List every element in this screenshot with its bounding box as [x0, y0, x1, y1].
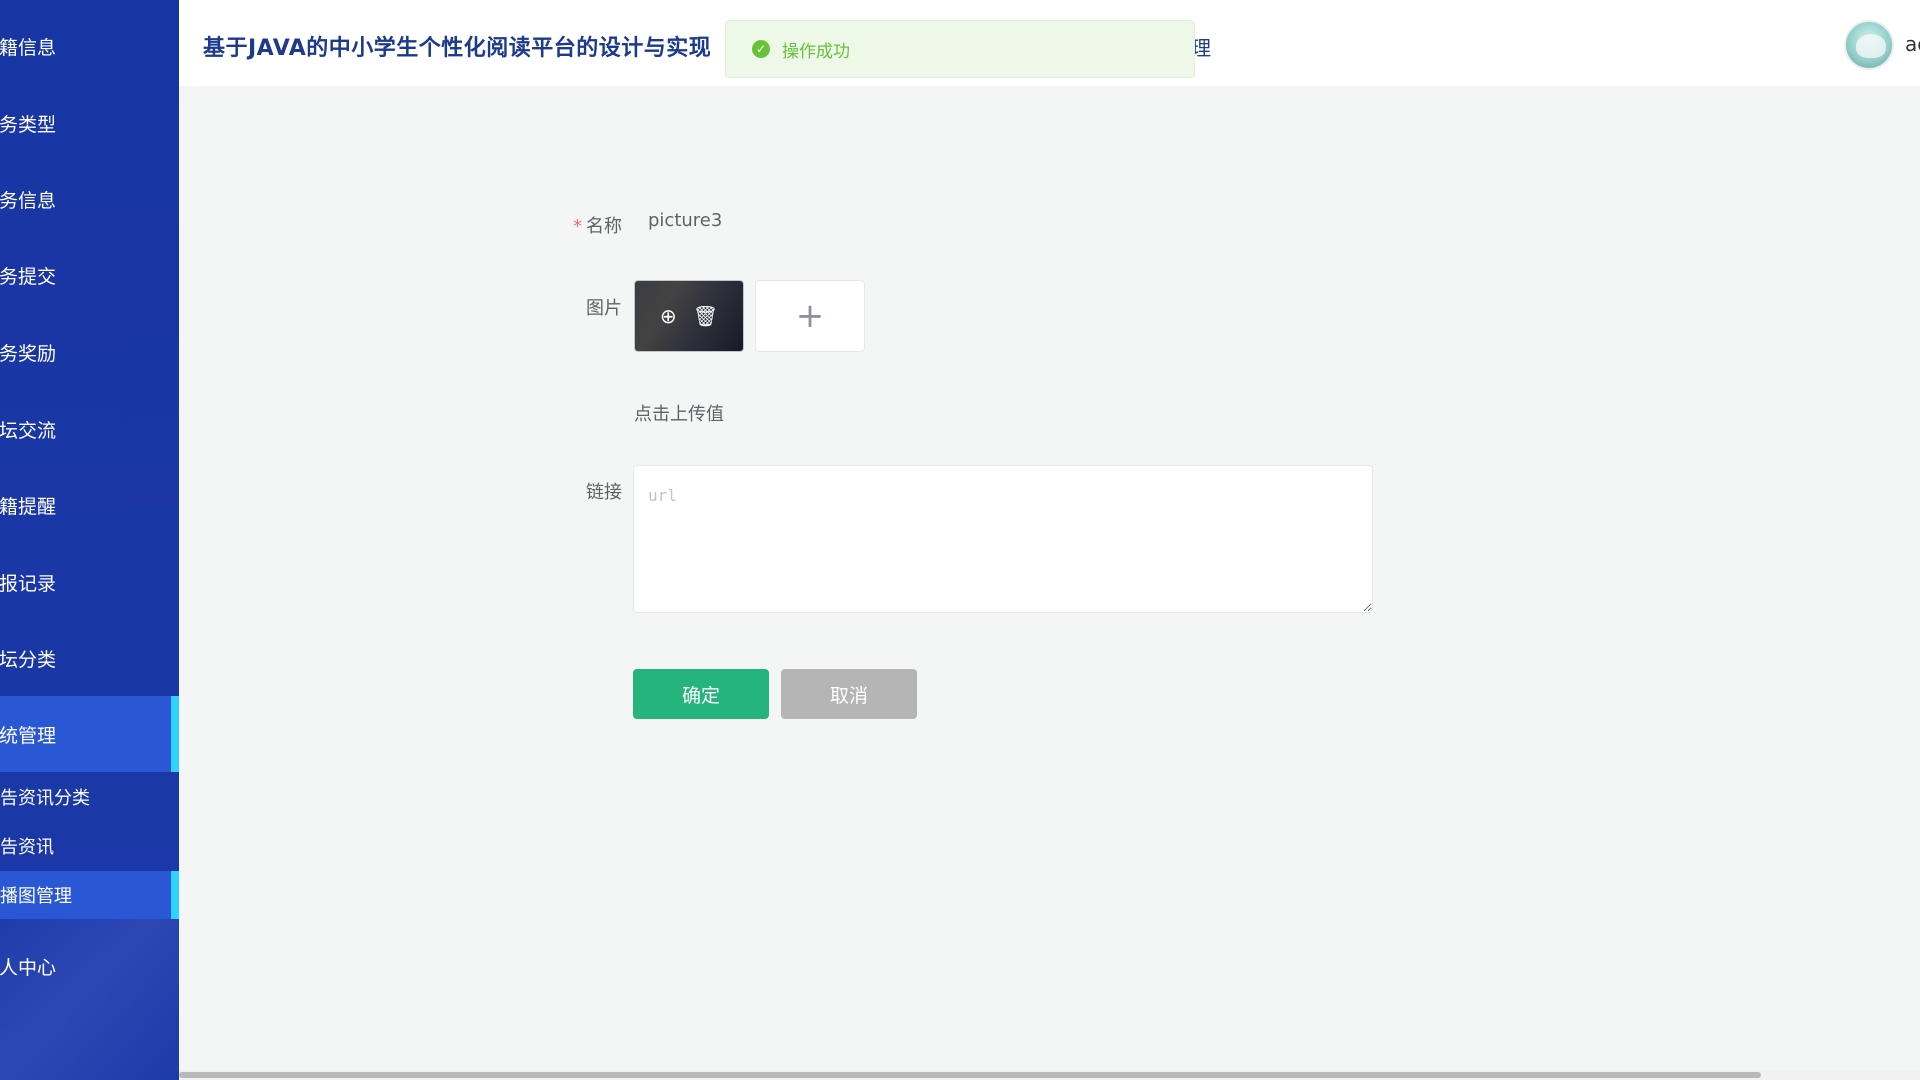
- sidebar-item-forum-category[interactable]: 坛分类: [0, 620, 179, 696]
- thumbnail-actions-overlay: ⊕ 🗑: [635, 281, 743, 351]
- sidebar-item-label: 务提交: [0, 265, 57, 288]
- sidebar-item-book-reminder[interactable]: 籍提醒: [0, 467, 179, 543]
- sidebar-item-label: 报记录: [0, 572, 57, 595]
- sidebar-subitem-label: 告资讯分类: [0, 788, 90, 809]
- sidebar-item-label: 人中心: [0, 956, 57, 979]
- upload-hint: 点击上传值: [634, 404, 724, 425]
- sidebar-subitem-carousel-management[interactable]: 播图管理: [0, 871, 179, 919]
- sidebar-item-task-info[interactable]: 务信息: [0, 161, 179, 237]
- sidebar-item-label: 务信息: [0, 189, 57, 212]
- sidebar-item-label: 坛交流: [0, 419, 57, 442]
- avatar[interactable]: [1844, 20, 1894, 70]
- sidebar-item-label: 坛分类: [0, 648, 57, 671]
- uploaded-image-thumbnail[interactable]: ⊕ 🗑: [634, 280, 744, 352]
- sidebar-subitem-label: 播图管理: [0, 886, 72, 907]
- sidebar-item-books[interactable]: 籍信息: [0, 8, 179, 84]
- delete-icon[interactable]: 🗑: [693, 306, 718, 326]
- check-circle-icon: ✓: [752, 40, 770, 58]
- scrollbar-thumb[interactable]: [179, 1072, 1761, 1078]
- sidebar-subitem-label: 告资讯: [0, 837, 54, 858]
- plus-icon: +: [795, 296, 825, 336]
- sidebar-subitem-news-category[interactable]: 告资讯分类: [0, 773, 179, 821]
- sidebar-item-task-submit[interactable]: 务提交: [0, 237, 179, 313]
- sidebar-item-label: 籍信息: [0, 36, 57, 59]
- sidebar-subitem-news[interactable]: 告资讯: [0, 822, 179, 870]
- sidebar-item-label: 统管理: [0, 724, 57, 747]
- user-name[interactable]: ac: [1905, 32, 1920, 56]
- image-label: 图片: [586, 298, 622, 319]
- sidebar-item-task-type[interactable]: 务类型: [0, 85, 179, 161]
- sidebar: 籍信息 务类型 务信息 务提交 务奖励 坛交流 籍提醒 报记录 坛分类 统管理 …: [0, 0, 179, 1080]
- zoom-in-icon[interactable]: ⊕: [660, 306, 677, 326]
- sidebar-item-label: 务类型: [0, 113, 57, 136]
- upload-add-button[interactable]: +: [755, 280, 865, 352]
- sidebar-item-label: 籍提醒: [0, 495, 57, 518]
- sidebar-item-forum[interactable]: 坛交流: [0, 391, 179, 467]
- name-value: picture3: [648, 210, 723, 231]
- link-input[interactable]: [633, 465, 1373, 613]
- sidebar-item-task-reward[interactable]: 务奖励: [0, 314, 179, 390]
- confirm-button[interactable]: 确定: [633, 669, 769, 719]
- name-label: * 名称: [522, 212, 622, 238]
- required-star: *: [573, 216, 582, 237]
- sidebar-item-label: 务奖励: [0, 342, 57, 365]
- sidebar-item-system-management[interactable]: 统管理: [0, 696, 179, 772]
- sidebar-item-report-record[interactable]: 报记录: [0, 544, 179, 620]
- sidebar-item-personal-center[interactable]: 人中心: [0, 928, 179, 1004]
- horizontal-scrollbar[interactable]: [179, 1070, 1920, 1080]
- link-label: 链接: [586, 482, 622, 503]
- success-toast: ✓ 操作成功: [725, 20, 1195, 78]
- name-label-text: 名称: [586, 216, 622, 237]
- cancel-button[interactable]: 取消: [781, 669, 917, 719]
- toast-message: 操作成功: [782, 41, 850, 62]
- app-title: 基于JAVA的中小学生个性化阅读平台的设计与实现: [203, 36, 712, 61]
